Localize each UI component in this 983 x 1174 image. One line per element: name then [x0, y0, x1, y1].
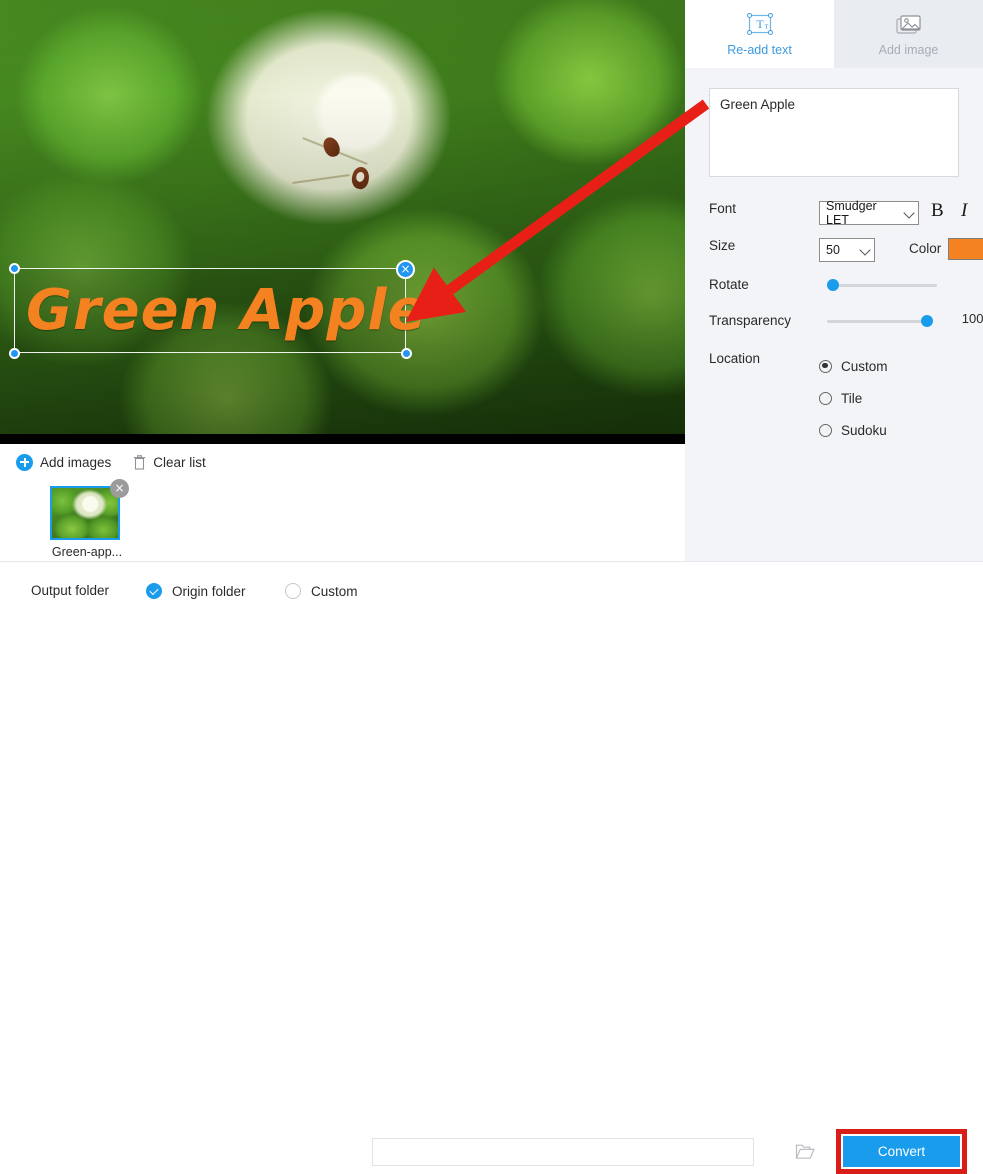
plus-circle-icon	[16, 453, 33, 471]
location-option-tile[interactable]: Tile	[819, 382, 888, 414]
origin-folder-option[interactable]: Origin folder	[146, 583, 246, 599]
radio-icon-origin-folder[interactable]	[146, 583, 162, 599]
thumbnail-label: Green-app...	[51, 545, 123, 559]
location-option-sudoku[interactable]: Sudoku	[819, 414, 888, 446]
location-row: Location Custom Tile Sudoku	[709, 351, 959, 438]
watermark-editor-window: Green Apple × Add images Clear list × Gr…	[0, 0, 983, 1174]
location-option-custom[interactable]: Custom	[819, 350, 888, 382]
rotate-slider-track	[831, 284, 937, 287]
add-images-label: Add images	[40, 454, 112, 470]
thumbnail-image[interactable]	[50, 486, 120, 540]
rotate-value: 0°	[949, 275, 983, 290]
size-select[interactable]: 50	[819, 238, 875, 262]
clear-list-label: Clear list	[153, 454, 206, 470]
location-option-sudoku-label: Sudoku	[841, 422, 887, 438]
editor-left-pane: Green Apple × Add images Clear list × Gr…	[0, 0, 685, 561]
color-swatch[interactable]	[948, 238, 983, 260]
location-option-custom-label: Custom	[841, 358, 888, 374]
add-images-button[interactable]: Add images	[16, 453, 112, 471]
editor-right-panel: T т Re-add text Add image Green Apple Fo…	[685, 0, 983, 561]
chevron-down-icon	[903, 207, 915, 219]
font-label: Font	[709, 201, 737, 216]
size-select-value: 50	[826, 243, 840, 257]
transparency-value: 100%	[961, 311, 983, 326]
custom-folder-label: Custom	[311, 583, 358, 599]
transparency-slider[interactable]	[827, 314, 937, 328]
canvas-letterbox	[0, 434, 685, 444]
panel-tabs: T т Re-add text Add image	[685, 0, 983, 68]
rotate-label: Rotate	[709, 277, 749, 292]
list-item[interactable]: × Green-app...	[50, 479, 129, 559]
location-option-tile-label: Tile	[841, 390, 863, 406]
open-folder-icon[interactable]	[795, 1143, 815, 1160]
transparency-row: Transparency 100%	[709, 311, 983, 328]
font-row: Font Smudger LET B I	[709, 199, 967, 227]
font-select[interactable]: Smudger LET	[819, 199, 919, 227]
transparency-label: Transparency	[709, 313, 792, 328]
output-path-input[interactable]	[372, 1138, 754, 1166]
bold-button[interactable]: B	[931, 200, 944, 222]
clear-list-button[interactable]: Clear list	[133, 455, 206, 470]
size-row: Size 50 Color	[709, 238, 983, 262]
image-canvas[interactable]: Green Apple ×	[0, 0, 685, 444]
text-box-icon: T т	[745, 11, 775, 39]
font-select-value: Smudger LET	[826, 199, 877, 227]
tab-re-add-text[interactable]: T т Re-add text	[685, 0, 834, 68]
chevron-down-icon	[859, 244, 871, 256]
rotate-slider-thumb[interactable]	[827, 279, 839, 291]
resize-handle-top-left[interactable]	[9, 263, 20, 274]
location-radio-group: Custom Tile Sudoku	[819, 350, 888, 446]
convert-highlight-box	[836, 1129, 967, 1174]
output-folder-label: Output folder	[31, 583, 110, 598]
watermark-close-icon[interactable]: ×	[396, 260, 415, 279]
size-label: Size	[709, 238, 736, 253]
bottom-bar: Output folder Origin folder Custom Conve…	[0, 561, 983, 1174]
tab-re-add-text-label: Re-add text	[727, 43, 792, 57]
color-label: Color	[909, 241, 942, 256]
trash-icon	[133, 454, 146, 470]
watermark-text[interactable]: Green Apple	[26, 272, 426, 350]
photo-vignette	[0, 0, 685, 434]
watermark-text-input[interactable]: Green Apple	[709, 88, 959, 177]
location-label: Location	[709, 351, 761, 366]
transparency-slider-thumb[interactable]	[921, 315, 933, 327]
rotate-slider[interactable]	[827, 278, 937, 292]
radio-icon-custom-folder[interactable]	[285, 583, 301, 599]
origin-folder-label: Origin folder	[172, 583, 246, 599]
strip-toolbar: Add images Clear list	[0, 448, 206, 476]
tab-add-image-label: Add image	[878, 43, 939, 57]
svg-text:т: т	[764, 22, 768, 31]
svg-text:T: T	[756, 17, 764, 31]
preview-image	[0, 0, 685, 434]
resize-handle-bottom-right[interactable]	[401, 348, 412, 359]
custom-folder-option[interactable]: Custom	[285, 583, 358, 599]
radio-icon-tile[interactable]	[819, 391, 832, 405]
resize-handle-bottom-left[interactable]	[9, 348, 20, 359]
rotate-row: Rotate 0°	[709, 275, 983, 292]
remove-thumbnail-icon[interactable]: ×	[110, 479, 129, 498]
transparency-slider-track	[827, 320, 931, 323]
tab-add-image[interactable]: Add image	[834, 0, 983, 68]
images-icon	[894, 11, 924, 39]
image-list-strip: Add images Clear list × Green-app...	[0, 444, 685, 561]
italic-button[interactable]: I	[961, 200, 967, 222]
radio-icon-sudoku[interactable]	[819, 423, 832, 437]
radio-icon-custom[interactable]	[819, 359, 832, 373]
